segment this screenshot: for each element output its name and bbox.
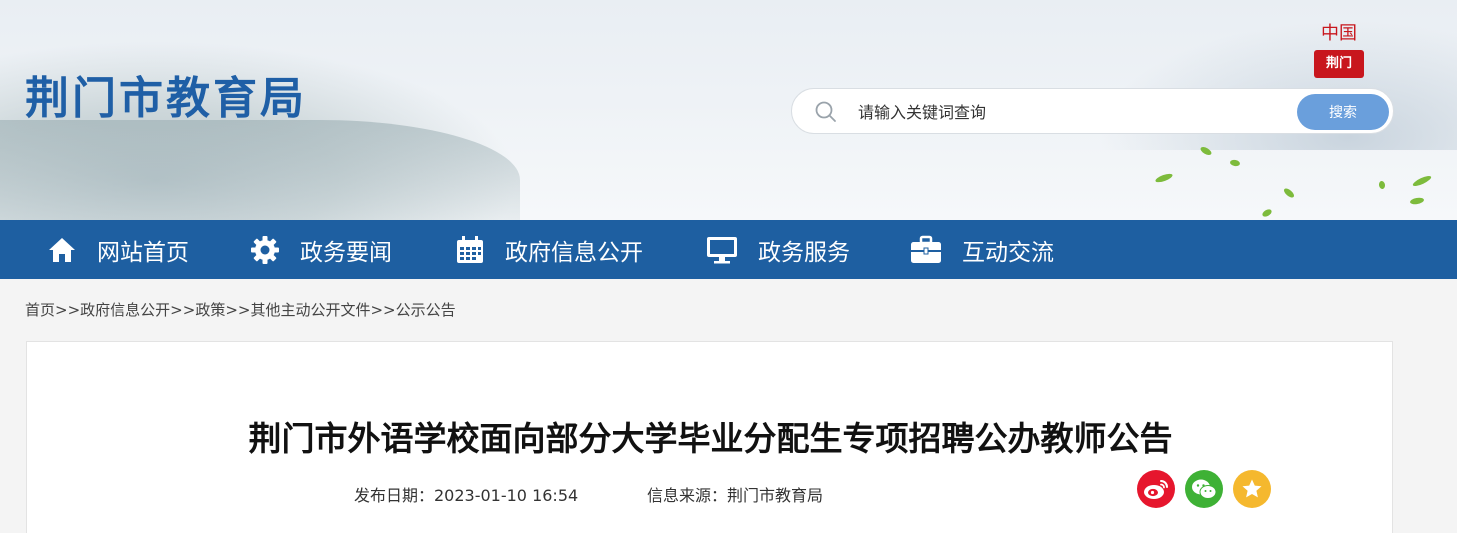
logo-top-text: 中国 <box>1321 23 1357 44</box>
briefcase-icon <box>911 235 941 263</box>
breadcrumb-info-disclosure[interactable]: 政府信息公开 <box>80 299 170 320</box>
article-title: 荆门市外语学校面向部分大学毕业分配生专项招聘公办教师公告 <box>248 419 1173 458</box>
search-button[interactable]: 搜索 <box>1297 94 1389 130</box>
leaf-decoration <box>1409 196 1425 206</box>
nav-item-services[interactable]: 政务服务 <box>706 220 850 279</box>
share-wechat-button[interactable] <box>1185 470 1223 508</box>
share-weibo-button[interactable] <box>1137 470 1175 508</box>
header-banner: 荆门市教育局 中国 荆门 搜索 <box>0 0 1457 220</box>
leaf-decoration <box>1378 180 1386 190</box>
nav-item-label: 政府信息公开 <box>505 239 643 266</box>
favorite-star-icon <box>1242 479 1262 498</box>
site-title[interactable]: 荆门市教育局 <box>25 62 307 126</box>
gear-icon <box>251 235 279 264</box>
favorite-button[interactable] <box>1233 470 1271 508</box>
breadcrumb-separator: >> <box>225 300 251 319</box>
monitor-icon <box>707 236 737 263</box>
search-icon <box>815 101 836 122</box>
article-card: 荆门市外语学校面向部分大学毕业分配生专项招聘公办教师公告 发布日期：2023-0… <box>26 341 1393 533</box>
main-nav: 网站首页 政务要闻 政府信息公开 政务服务 互动交流 <box>0 220 1457 279</box>
nav-item-interaction[interactable]: 互动交流 <box>910 220 1054 279</box>
weibo-icon <box>1144 480 1168 499</box>
info-source: 信息来源：荆门市教育局 <box>647 486 824 505</box>
leaf-decoration <box>1411 174 1433 188</box>
nav-item-label: 网站首页 <box>97 239 189 266</box>
home-icon <box>49 237 75 262</box>
publish-date: 发布日期：2023-01-10 16:54 <box>354 486 579 505</box>
jingmen-logo[interactable]: 中国 荆门 <box>1314 22 1364 84</box>
nav-item-news[interactable]: 政务要闻 <box>250 220 392 279</box>
search-input[interactable] <box>858 97 1278 127</box>
leaf-decoration <box>1154 172 1174 184</box>
leaf-decoration <box>1229 159 1241 167</box>
leaf-decoration <box>1282 186 1296 200</box>
wechat-icon <box>1192 479 1217 499</box>
calendar-icon <box>457 235 483 263</box>
logo-stamp: 荆门 <box>1314 50 1364 78</box>
nav-item-home[interactable]: 网站首页 <box>47 220 189 279</box>
breadcrumb-policy[interactable]: 政策 <box>195 299 225 320</box>
search-box: 搜索 <box>791 88 1394 134</box>
breadcrumb-announcements[interactable]: 公示公告 <box>396 299 456 320</box>
nav-item-info-disclosure[interactable]: 政府信息公开 <box>455 220 643 279</box>
breadcrumb-separator: >> <box>55 300 81 319</box>
breadcrumb-separator: >> <box>370 300 396 319</box>
nav-item-label: 政务服务 <box>758 239 850 266</box>
breadcrumb: 首页 >> 政府信息公开 >> 政策 >> 其他主动公开文件 >> 公示公告 <box>25 299 456 320</box>
leaf-decoration <box>1261 207 1273 219</box>
breadcrumb-separator: >> <box>170 300 196 319</box>
nav-item-label: 互动交流 <box>962 239 1054 266</box>
breadcrumb-other-files[interactable]: 其他主动公开文件 <box>250 299 370 320</box>
nav-item-label: 政务要闻 <box>300 239 392 266</box>
breadcrumb-home[interactable]: 首页 <box>25 299 55 320</box>
banner-lake <box>0 120 520 220</box>
